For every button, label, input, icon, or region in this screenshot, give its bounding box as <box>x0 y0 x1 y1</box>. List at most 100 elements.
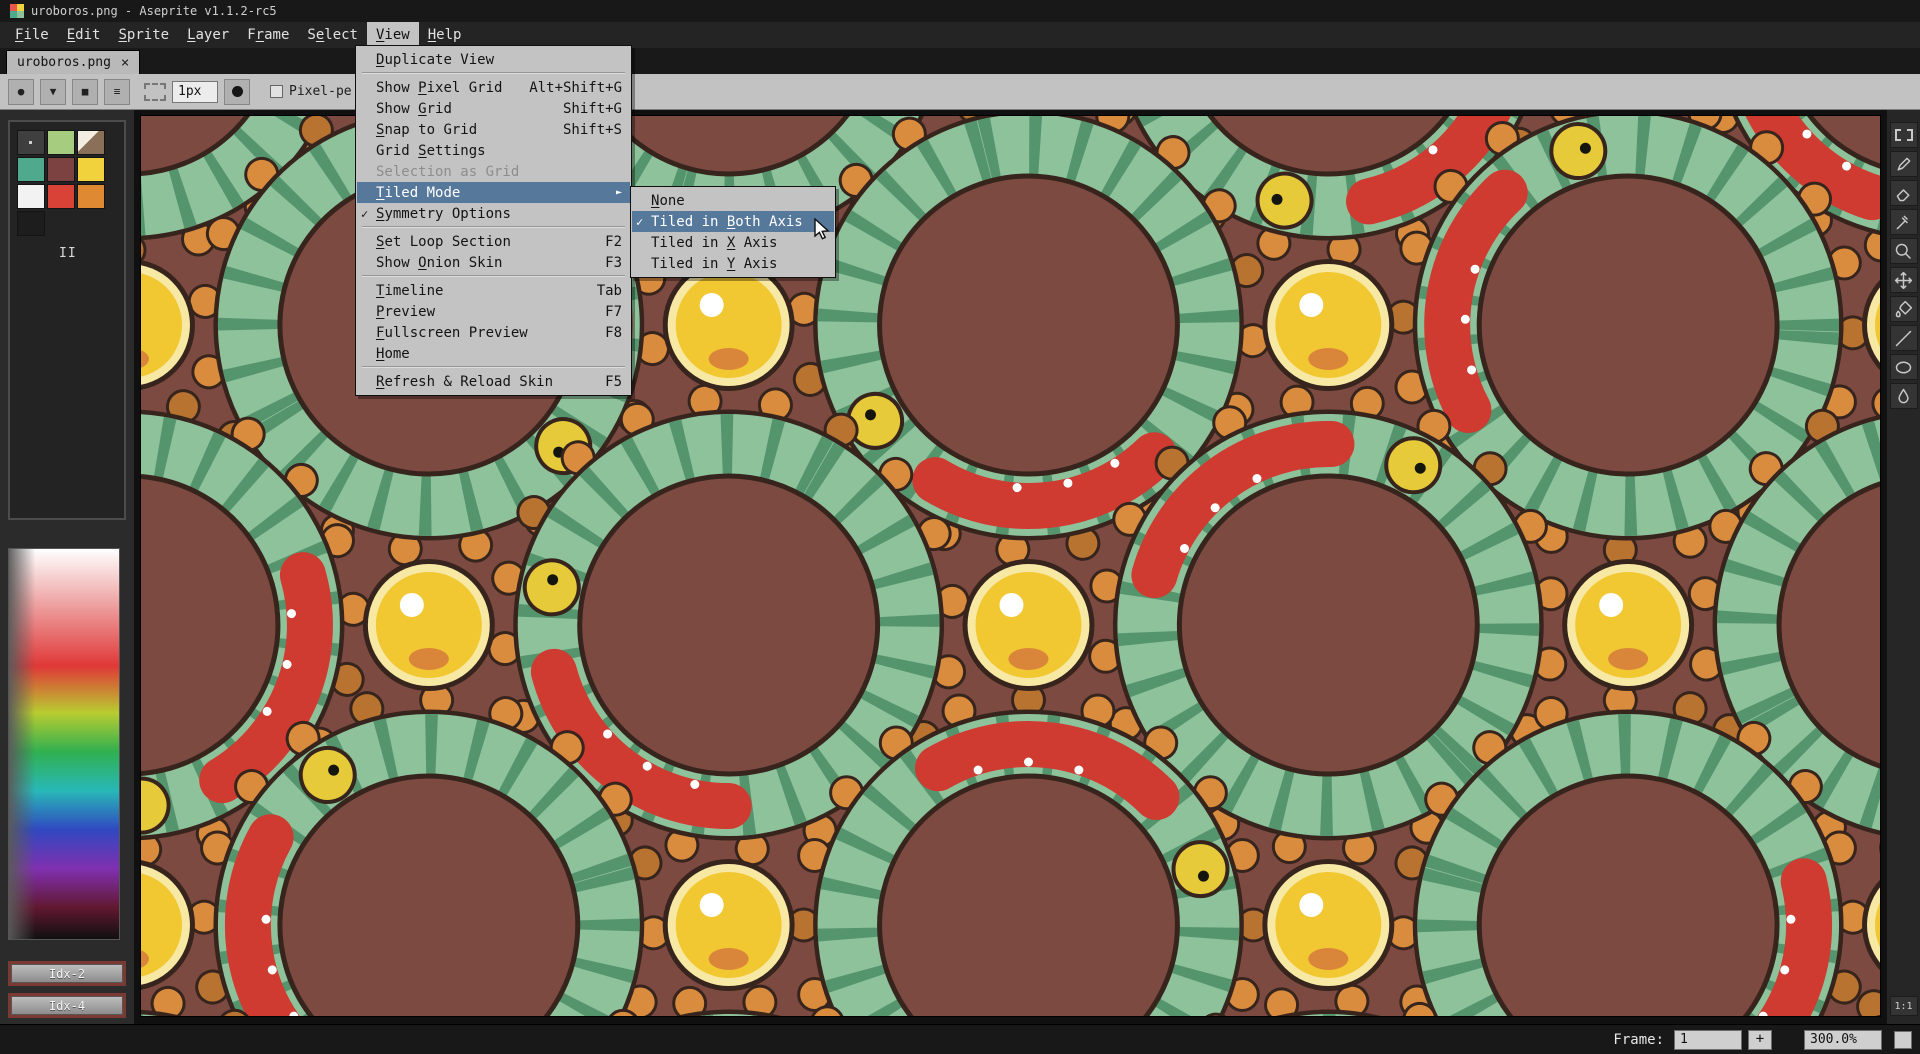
move-icon <box>1893 270 1914 291</box>
palette-swatch-6[interactable] <box>17 184 45 209</box>
menu-item-shortcut: Alt+Shift+G <box>511 80 622 96</box>
menu-item-home[interactable]: Home <box>357 343 630 364</box>
brush-options-button[interactable]: ≡ <box>104 79 130 105</box>
eyedropper-tool[interactable] <box>1890 209 1918 235</box>
tool-bar: 1:1 <box>1886 110 1920 1024</box>
zoom-icon <box>1893 241 1914 262</box>
menu-item-label: Tiled in X Axis <box>651 235 777 251</box>
palette-swatch-2[interactable] <box>77 130 105 155</box>
palette-grid <box>17 130 117 236</box>
close-icon[interactable]: × <box>121 56 129 70</box>
circle-brush-button[interactable]: ● <box>8 79 34 105</box>
menu-item-fullscreen-preview[interactable]: Fullscreen PreviewF8 <box>357 322 630 343</box>
menu-item-grid-settings[interactable]: Grid Settings <box>357 140 630 161</box>
tab-uroboros-png[interactable]: uroboros.png × <box>6 50 140 74</box>
menu-item-label: Show Onion Skin <box>376 255 502 271</box>
title-bar: uroboros.png - Aseprite v1.1.2-rc5 <box>0 0 1920 22</box>
menu-item-show-grid[interactable]: Show GridShift+G <box>357 98 630 119</box>
chevron-down-icon: ▼ <box>50 85 57 98</box>
menu-item-tiled-in-both-axis[interactable]: ✓Tiled in Both Axis <box>632 211 834 232</box>
menu-item-duplicate-view[interactable]: Duplicate View <box>357 49 630 70</box>
tool-options-bar: ● ▼ ■ ≡ Pixel-pe <box>0 74 1920 110</box>
app-icon <box>10 4 17 11</box>
menu-item-selection-as-grid[interactable]: Selection as Grid <box>357 161 630 182</box>
paint-bucket-icon <box>1893 299 1914 320</box>
menu-sprite[interactable]: Sprite <box>109 22 178 48</box>
line-tool[interactable] <box>1890 325 1918 351</box>
frame-increment-button[interactable]: + <box>1748 1030 1772 1050</box>
menu-item-tiled-in-x-axis[interactable]: Tiled in X Axis <box>632 232 834 253</box>
menu-item-label: Tiled in Both Axis <box>651 214 803 230</box>
palette-swatch-1[interactable] <box>47 130 75 155</box>
blur-tool[interactable] <box>1890 383 1918 409</box>
menu-item-set-loop-section[interactable]: Set Loop SectionF2 <box>357 231 630 252</box>
menu-edit[interactable]: Edit <box>58 22 110 48</box>
palette-index-indicator: II <box>59 246 117 261</box>
color-spectrum-picker[interactable] <box>8 548 120 940</box>
pixel-perfect-checkbox[interactable] <box>270 85 283 98</box>
menu-layer[interactable]: Layer <box>178 22 238 48</box>
palette-swatch-9[interactable] <box>17 211 45 236</box>
brush-size-input[interactable] <box>172 81 218 103</box>
frame-input[interactable] <box>1674 1030 1742 1050</box>
tab-bar: uroboros.png × <box>0 48 1920 74</box>
palette-index-buttons: Idx-2 Idx-4 <box>8 954 126 1018</box>
brush-preview-button[interactable] <box>224 79 250 105</box>
move-tool[interactable] <box>1890 267 1918 293</box>
view-menu-dropdown: Duplicate View Show Pixel GridAlt+Shift+G… <box>355 45 632 396</box>
eraser-tool[interactable] <box>1890 180 1918 206</box>
palette-swatch-5[interactable] <box>77 157 105 182</box>
paint-bucket-tool[interactable] <box>1890 296 1918 322</box>
index-button-idx-2[interactable]: Idx-2 <box>11 964 123 983</box>
menu-item-shortcut: F3 <box>587 255 622 271</box>
dashed-box-icon[interactable] <box>144 83 166 101</box>
menu-frame[interactable]: Frame <box>238 22 298 48</box>
menu-item-label: Timeline <box>376 283 443 299</box>
menu-item-snap-to-grid[interactable]: Snap to GridShift+S <box>357 119 630 140</box>
menu-item-show-onion-skin[interactable]: Show Onion Skin F3 <box>357 252 630 273</box>
line-icon <box>1893 328 1914 349</box>
palette-swatch-8[interactable] <box>77 184 105 209</box>
palette-swatch-4[interactable] <box>47 157 75 182</box>
brush-type-dropdown[interactable]: ▼ <box>40 79 66 105</box>
menu-item-timeline[interactable]: Timeline Tab <box>357 280 630 301</box>
pencil-tool[interactable] <box>1890 151 1918 177</box>
menu-separator <box>360 273 627 280</box>
menu-item-label: Refresh & Reload Skin <box>376 374 553 390</box>
tiled-mode-submenu: None✓Tiled in Both AxisTiled in X AxisTi… <box>630 186 836 278</box>
check-icon: ✓ <box>636 215 651 229</box>
cursor-arrow-icon <box>812 218 836 242</box>
menu-item-show-pixel-grid[interactable]: Show Pixel GridAlt+Shift+G <box>357 77 630 98</box>
frame-label: Frame: <box>1613 1032 1664 1048</box>
menu-item-shortcut: F8 <box>587 325 622 341</box>
menu-item-refresh-reload-skin[interactable]: Refresh & Reload Skin F5 <box>357 371 630 392</box>
menu-item-none[interactable]: None <box>632 190 834 211</box>
zoom-corner-button[interactable] <box>1894 1031 1912 1049</box>
palette-swatch-0[interactable] <box>17 130 45 155</box>
palette-swatch-3[interactable] <box>17 157 45 182</box>
menu-item-preview[interactable]: PreviewF7 <box>357 301 630 322</box>
menu-item-label: Set Loop Section <box>376 234 511 250</box>
menu-item-shortcut: Shift+S <box>545 122 622 138</box>
ellipse-tool[interactable] <box>1890 354 1918 380</box>
brush-dot-icon <box>232 86 243 97</box>
status-bar: Frame: + <box>0 1024 1920 1054</box>
square-brush-button[interactable]: ■ <box>72 79 98 105</box>
menu-file[interactable]: File <box>6 22 58 48</box>
zoom-input[interactable] <box>1804 1030 1882 1050</box>
menu-item-tiled-mode[interactable]: Tiled Mode► <box>357 182 630 203</box>
menu-item-label: Tiled in Y Axis <box>651 256 777 272</box>
menu-item-shortcut: F5 <box>587 374 622 390</box>
check-icon: ✓ <box>361 207 376 221</box>
menu-item-tiled-in-y-axis[interactable]: Tiled in Y Axis <box>632 253 834 274</box>
menu-separator <box>360 70 627 77</box>
palette-swatch-7[interactable] <box>47 184 75 209</box>
rectangular-marquee-tool[interactable] <box>1890 122 1918 148</box>
tab-title: uroboros.png <box>17 55 111 70</box>
zoom-ratio-button[interactable]: 1:1 <box>1890 996 1918 1016</box>
zoom-tool[interactable] <box>1890 238 1918 264</box>
menu-item-symmetry-options[interactable]: ✓Symmetry Options <box>357 203 630 224</box>
menu-item-label: Selection as Grid <box>376 164 519 180</box>
index-button-idx-4[interactable]: Idx-4 <box>11 996 123 1015</box>
menu-item-shortcut: Tab <box>579 283 622 299</box>
